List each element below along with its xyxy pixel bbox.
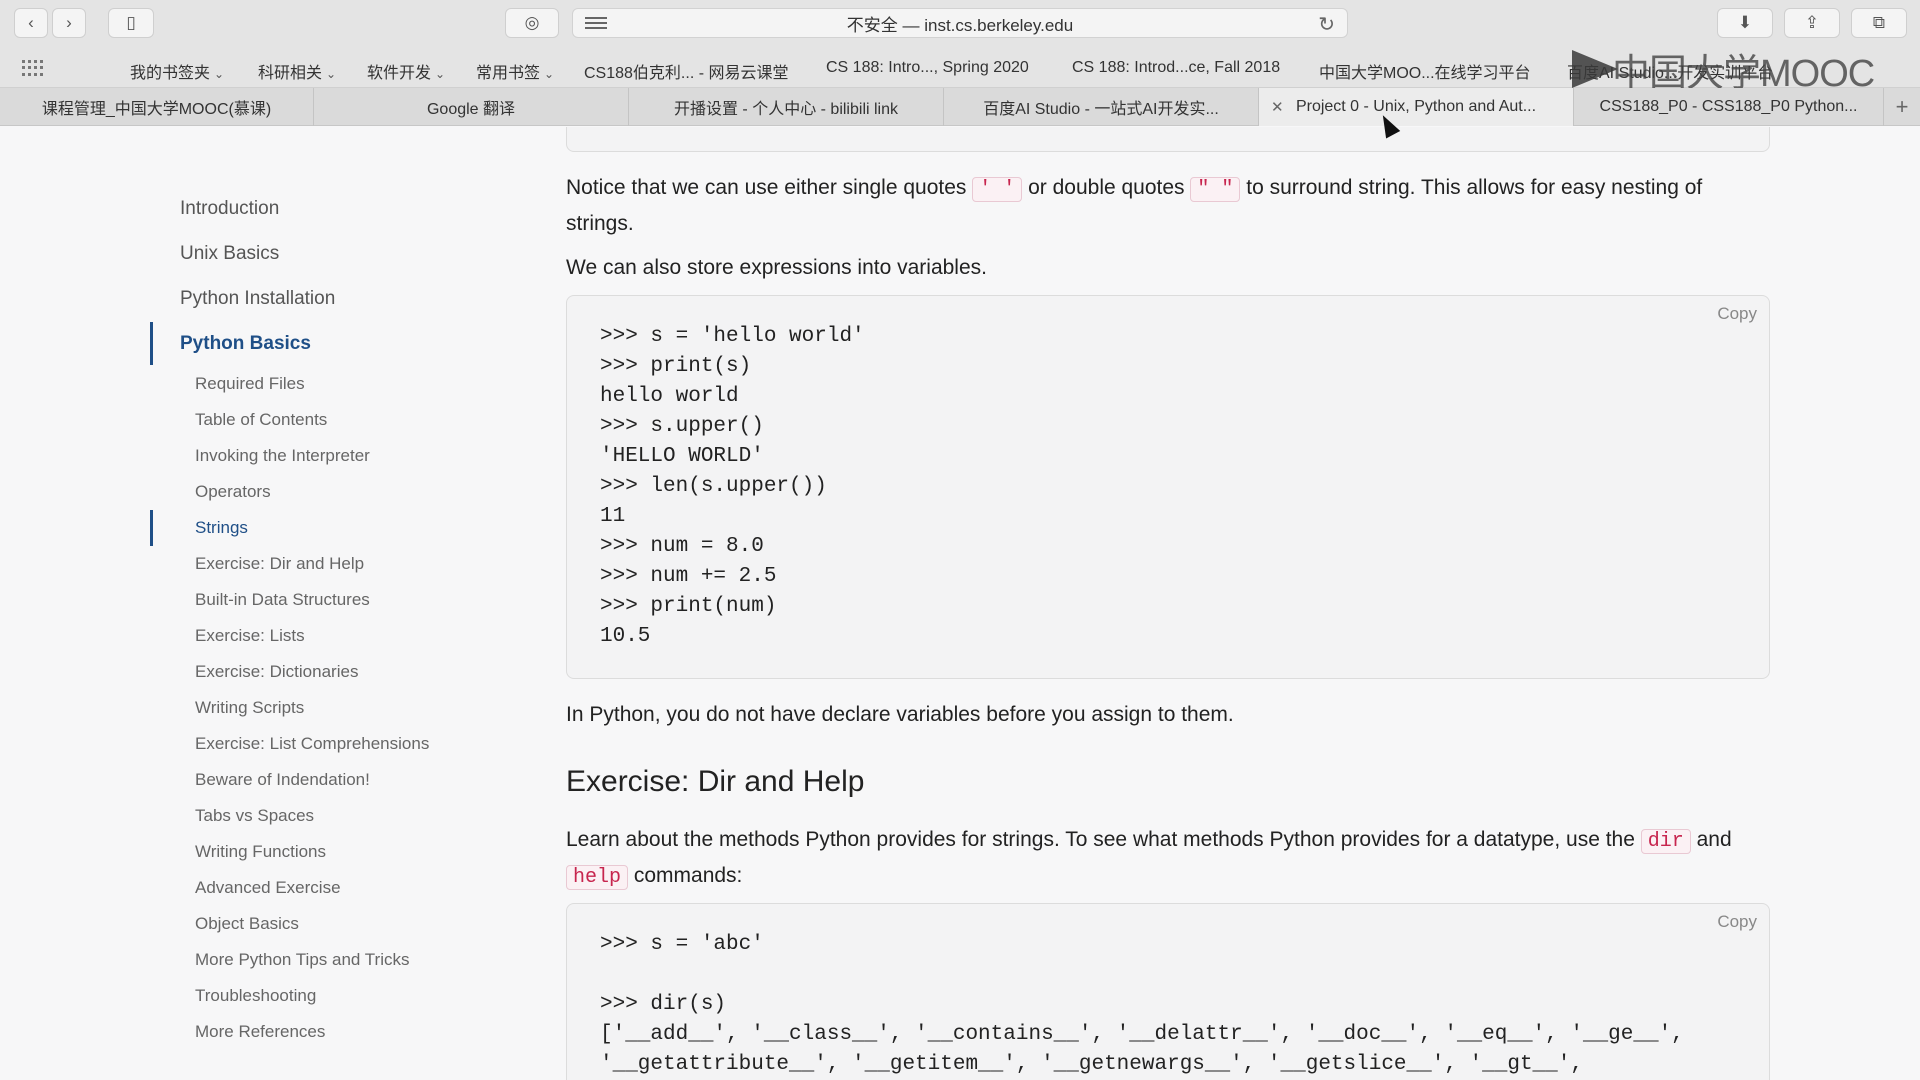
nav-subitem[interactable]: Tabs vs Spaces [195, 806, 314, 826]
browser-tab[interactable]: 百度AI Studio - 一站式AI开发实... [944, 88, 1259, 126]
inline-code: ' ' [972, 177, 1023, 202]
browser-tab[interactable]: Google 翻译 [314, 88, 629, 126]
address-text: 不安全 — inst.cs.berkeley.edu [846, 15, 1074, 35]
code-block: Copy >>> s = 'hello world' >>> print(s) … [566, 295, 1770, 679]
chevron-down-icon: ⌄ [544, 67, 555, 81]
bookmark-link[interactable]: 中国大学MOO...在线学习平台 [1319, 59, 1531, 83]
chevron-right-icon: › [66, 13, 72, 32]
nav-subitem[interactable]: Writing Functions [195, 842, 326, 862]
copy-button[interactable]: Copy [1717, 304, 1757, 324]
section-heading: Exercise: Dir and Help [566, 765, 865, 798]
nav-subitem[interactable]: Built-in Data Structures [195, 590, 370, 610]
chevron-left-icon: ‹ [28, 13, 34, 32]
paragraph-quotes: Notice that we can use either single quo… [566, 176, 1703, 235]
share-button[interactable]: ⇪ [1784, 8, 1840, 38]
inline-code: help [566, 865, 629, 890]
chevron-down-icon: ⌄ [326, 67, 337, 81]
nav-subitem[interactable]: Advanced Exercise [195, 878, 341, 898]
nav-subitem[interactable]: Troubleshooting [195, 986, 316, 1006]
bookmark-link[interactable]: CS 188: Introd...ce, Fall 2018 [1072, 59, 1280, 77]
nav-subitem[interactable]: Operators [195, 482, 271, 502]
download-icon: ⬇ [1737, 13, 1753, 32]
tab-bar: 课程管理_中国大学MOOC(慕课) Google 翻译 开播设置 - 个人中心 … [0, 88, 1920, 126]
inline-code: dir [1640, 829, 1691, 854]
bookmark-label: 科研相关 [258, 65, 323, 82]
nav-subitem[interactable]: Table of Contents [195, 410, 327, 430]
tab-label: Project 0 - Unix, Python and Aut... [1295, 98, 1537, 115]
downloads-button[interactable]: ⬇ [1717, 8, 1773, 38]
inline-code: " " [1190, 177, 1241, 202]
chevron-down-icon: ⌄ [435, 67, 446, 81]
nav-subitem[interactable]: Exercise: Dir and Help [195, 554, 364, 574]
share-icon: ⇪ [1804, 13, 1820, 32]
password-button[interactable]: ◎ [505, 8, 559, 38]
nav-subitem[interactable]: Writing Scripts [195, 698, 304, 718]
web-page: Introduction Unix Basics Python Installa… [0, 127, 1920, 1080]
nav-subitem[interactable]: Invoking the Interpreter [195, 446, 370, 466]
copy-button[interactable]: Copy [1717, 912, 1757, 932]
bookmark-label: 我的书签夹 [130, 65, 211, 82]
nav-subitem[interactable]: Exercise: List Comprehensions [195, 734, 429, 754]
nav-subitem[interactable]: Object Basics [195, 914, 299, 934]
paragraph-dir-help: Learn about the methods Python provides … [566, 828, 1732, 890]
key-icon: ◎ [524, 13, 540, 32]
sidebar-icon: ▯ [126, 13, 136, 32]
plus-icon: + [1895, 94, 1909, 119]
nav-item[interactable]: Python Installation [180, 288, 335, 310]
active-indicator [150, 322, 153, 365]
mooc-watermark: 中国大学MOOC [1572, 48, 1875, 95]
code-block: Copy >>> s = 'abc' >>> dir(s) ['__add__'… [566, 903, 1770, 1080]
browser-tab[interactable]: 开播设置 - 个人中心 - bilibili link [629, 88, 944, 126]
bookmark-folder[interactable]: 科研相关 ⌄ [258, 59, 336, 83]
bookmark-label: 常用书签 [476, 65, 541, 82]
nav-subitem[interactable]: More Python Tips and Tricks [195, 950, 409, 970]
code-text: >>> s = 'abc' >>> dir(s) ['__add__', '__… [600, 933, 1684, 1076]
nav-subitem[interactable]: Exercise: Lists [195, 626, 305, 646]
browser-tab-active[interactable]: ✕ Project 0 - Unix, Python and Aut... [1259, 88, 1574, 126]
bookmark-folder[interactable]: 我的书签夹 ⌄ [130, 59, 224, 83]
browser-tab[interactable]: CSS188_P0 - CSS188_P0 Python... [1574, 88, 1884, 126]
browser-tab[interactable]: 课程管理_中国大学MOOC(慕课) [0, 88, 314, 126]
tab-overview-button[interactable]: ⧉ [1851, 8, 1907, 38]
sidebar-toggle-button[interactable]: ▯ [108, 8, 154, 38]
reader-icon[interactable] [585, 14, 607, 32]
back-button[interactable]: ‹ [14, 8, 48, 38]
browser-toolbar: ‹ › ▯ ◎ 不安全 — inst.cs.berkeley.edu ↻ ⬇ ⇪… [0, 0, 1920, 46]
nav-subitem[interactable]: Required Files [195, 374, 305, 394]
bookmark-folder[interactable]: 软件开发 ⌄ [367, 59, 445, 83]
nav-item[interactable]: Introduction [180, 198, 279, 220]
code-text: >>> s = 'hello world' >>> print(s) hello… [600, 325, 865, 648]
apps-grid-icon[interactable] [22, 60, 44, 76]
nav-subitem[interactable]: Exercise: Dictionaries [195, 662, 358, 682]
bookmark-folder[interactable]: 常用书签 ⌄ [476, 59, 554, 83]
bookmark-link[interactable]: CS 188: Intro..., Spring 2020 [826, 59, 1029, 77]
active-indicator [150, 510, 153, 546]
code-block-previous [566, 127, 1770, 152]
paragraph-declare: In Python, you do not have declare varia… [566, 703, 1234, 726]
nav-item-active[interactable]: Python Basics [180, 333, 311, 355]
forward-button[interactable]: › [52, 8, 86, 38]
tabs-icon: ⧉ [1872, 13, 1886, 32]
close-icon[interactable]: ✕ [1271, 98, 1284, 116]
bookmark-link[interactable]: CS188伯克利... - 网易云课堂 [584, 59, 788, 83]
nav-subitem-active[interactable]: Strings [195, 518, 248, 538]
reload-icon[interactable]: ↻ [1318, 12, 1335, 37]
bookmark-label: 软件开发 [367, 65, 432, 82]
address-bar[interactable]: 不安全 — inst.cs.berkeley.edu ↻ [572, 8, 1348, 38]
nav-item[interactable]: Unix Basics [180, 243, 279, 265]
chevron-down-icon: ⌄ [214, 67, 225, 81]
new-tab-button[interactable]: + [1884, 88, 1920, 126]
nav-subitem[interactable]: Beware of Indendation! [195, 770, 370, 790]
nav-subitem[interactable]: More References [195, 1022, 325, 1042]
paragraph-expressions: We can also store expressions into varia… [566, 256, 987, 279]
